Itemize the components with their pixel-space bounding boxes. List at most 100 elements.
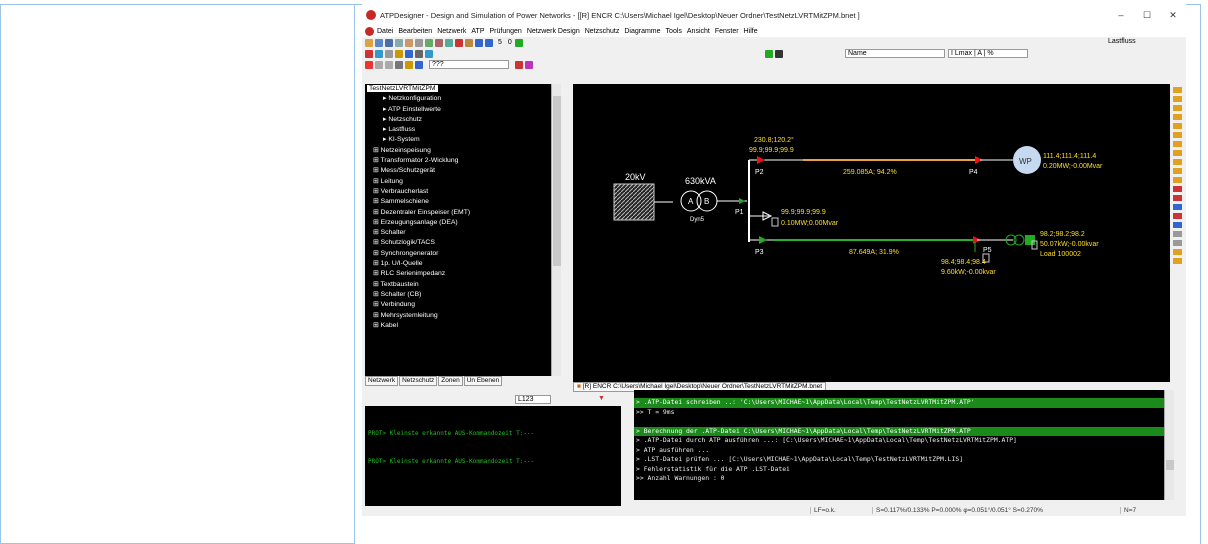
name-dropdown[interactable]: Name <box>845 49 945 58</box>
tree-item[interactable]: ▸ Netzkonfiguration <box>365 94 561 104</box>
purple-icon[interactable] <box>525 60 533 69</box>
tree-item[interactable]: ⊞ Kabel <box>365 321 561 331</box>
table-icon[interactable] <box>395 60 403 69</box>
tool-18-icon[interactable] <box>1173 240 1182 246</box>
gray-square-icon-2[interactable] <box>385 60 393 69</box>
paste-icon[interactable] <box>415 38 423 47</box>
menu-netzwerk[interactable]: Netzwerk <box>437 28 466 35</box>
tool-9-icon[interactable] <box>1173 159 1182 165</box>
load-box[interactable] <box>1025 235 1035 245</box>
tool-7-icon[interactable] <box>1173 141 1182 147</box>
unit-dropdown[interactable]: I Lmax | A | % <box>948 49 1028 58</box>
undo-icon[interactable] <box>425 38 433 47</box>
tree-item[interactable]: ⊞ Mess/Schutzgerät <box>365 166 561 176</box>
close-button[interactable]: ✕ <box>1160 4 1186 26</box>
tool-3-icon[interactable] <box>1173 105 1182 111</box>
zoom-out-icon[interactable] <box>485 38 493 47</box>
bus-icon[interactable] <box>465 38 473 47</box>
minimize-button[interactable]: – <box>1108 4 1134 26</box>
menu-tools[interactable]: Tools <box>666 28 682 35</box>
filter-field[interactable]: ??? <box>429 60 509 69</box>
copy-icon[interactable] <box>405 38 413 47</box>
tree-item[interactable]: ⊞ Transformator 2-Wicklung <box>365 156 561 166</box>
chart-icon[interactable] <box>405 60 413 69</box>
tab-netzwerk[interactable]: Netzwerk <box>365 376 399 386</box>
save-icon[interactable] <box>385 38 393 47</box>
tab-un-ebenen[interactable]: Un Ebenen <box>463 376 503 386</box>
tool-19-icon[interactable] <box>1173 249 1182 255</box>
print-icon[interactable] <box>395 38 403 47</box>
tool-17-icon[interactable] <box>1173 231 1182 237</box>
tree-scrollbar[interactable] <box>551 84 561 376</box>
tree-item[interactable]: ▸ Lastfluss <box>365 125 561 135</box>
console-scrollbar[interactable] <box>1164 390 1174 500</box>
tool-15-icon[interactable] <box>1173 213 1182 219</box>
tool-10-icon[interactable] <box>1173 168 1182 174</box>
tree-item[interactable]: ⊞ Erzeugungsanlage (DEA) <box>365 218 561 228</box>
measurement-icon[interactable] <box>771 217 779 227</box>
tree-item[interactable]: ⊞ Dezentraler Einspeiser (EMT) <box>365 208 561 218</box>
tool-4-icon[interactable] <box>1173 114 1182 120</box>
tree-item[interactable]: ⊞ Schutzlogik/TACS <box>365 238 561 248</box>
tool-20-icon[interactable] <box>1173 258 1182 264</box>
tool-6-icon[interactable] <box>1173 132 1182 138</box>
layer-icon[interactable] <box>415 49 423 58</box>
menu-diagramme[interactable]: Diagramme <box>624 28 660 35</box>
tree-item[interactable]: ⊞ Sammelschiene <box>365 197 561 207</box>
maximize-button[interactable]: ☐ <box>1134 4 1160 26</box>
menu-fenster[interactable]: Fenster <box>715 28 739 35</box>
open-icon[interactable] <box>375 38 383 47</box>
tab-zonen[interactable]: Zonen <box>438 376 463 386</box>
tree-item[interactable]: ⊞ Synchrongenerator <box>365 249 561 259</box>
filter-icon[interactable]: ▼ <box>598 395 605 402</box>
tree-item[interactable]: ⊞ RLC Serienimpedanz <box>365 269 561 279</box>
network-canvas[interactable]: 20kV 630kVA A B Dyn5 P1 230.8;120.2° 99.… <box>573 84 1170 382</box>
menu-netzschutz[interactable]: Netzschutz <box>585 28 620 35</box>
tree-item[interactable]: ⊞ Verbindung <box>365 300 561 310</box>
tree-root[interactable]: TestNetzLVRTMitZPM <box>365 84 561 94</box>
tool-12-icon[interactable] <box>1173 186 1182 192</box>
tool-16-icon[interactable] <box>1173 222 1182 228</box>
blue-icon[interactable] <box>415 60 423 69</box>
tab-netzschutz[interactable]: Netzschutz <box>399 376 438 386</box>
tree-item[interactable]: ⊞ Leitung <box>365 177 561 187</box>
tree-item[interactable]: ▸ ATP Einstellwerte <box>365 105 561 115</box>
line-icon[interactable] <box>365 49 373 58</box>
tool-11-icon[interactable] <box>1173 177 1182 183</box>
measure-icon[interactable] <box>425 49 433 58</box>
tree-item[interactable]: ⊞ Textbaustein <box>365 280 561 290</box>
tool-1-icon[interactable] <box>1173 87 1182 93</box>
tree-item[interactable]: ⊞ Schalter (CB) <box>365 290 561 300</box>
text-icon[interactable] <box>395 49 403 58</box>
menu-bearbeiten[interactable]: Bearbeiten <box>398 28 432 35</box>
grid-icon[interactable] <box>445 38 453 47</box>
tree-item[interactable]: ▸ KI-System <box>365 135 561 145</box>
gray-square-icon[interactable] <box>375 60 383 69</box>
menu-pruefungen[interactable]: Prüfungen <box>490 28 522 35</box>
zoom-in-icon[interactable] <box>475 38 483 47</box>
align-icon[interactable] <box>385 49 393 58</box>
run-icon[interactable] <box>455 38 463 47</box>
select-icon[interactable] <box>405 49 413 58</box>
new-icon[interactable] <box>365 38 373 47</box>
tool-5-icon[interactable] <box>1173 123 1182 129</box>
grid-source[interactable] <box>613 183 655 221</box>
tool-13-icon[interactable] <box>1173 195 1182 201</box>
tree-item[interactable]: ⊞ 1p. U/I-Quelle <box>365 259 561 269</box>
tree-item[interactable]: ⊞ Schalter <box>365 228 561 238</box>
phase-field[interactable]: L123 <box>515 395 551 404</box>
tool-2-icon[interactable] <box>1173 96 1182 102</box>
stop-icon[interactable] <box>515 60 523 69</box>
tree-item[interactable]: ⊞ Netzeinspeisung <box>365 146 561 156</box>
tree-item[interactable]: ⊞ Verbraucherlast <box>365 187 561 197</box>
menu-hilfe[interactable]: Hilfe <box>744 28 758 35</box>
menu-datei[interactable]: Datei <box>377 28 393 35</box>
menu-ansicht[interactable]: Ansicht <box>687 28 710 35</box>
node-icon[interactable] <box>375 49 383 58</box>
tool-8-icon[interactable] <box>1173 150 1182 156</box>
menu-netzwerk-design[interactable]: Netzwerk Design <box>527 28 580 35</box>
menu-atp[interactable]: ATP <box>471 28 484 35</box>
tree-item[interactable]: ▸ Netzschutz <box>365 115 561 125</box>
redo-icon[interactable] <box>435 38 443 47</box>
tool-14-icon[interactable] <box>1173 204 1182 210</box>
